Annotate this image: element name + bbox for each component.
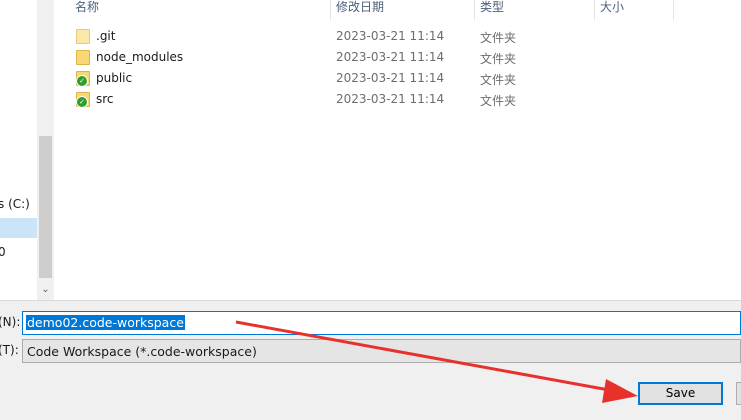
annotation-arrow-shaft — [235, 320, 621, 394]
annotation-arrow-head — [602, 379, 638, 403]
annotation-arrow — [235, 320, 638, 403]
